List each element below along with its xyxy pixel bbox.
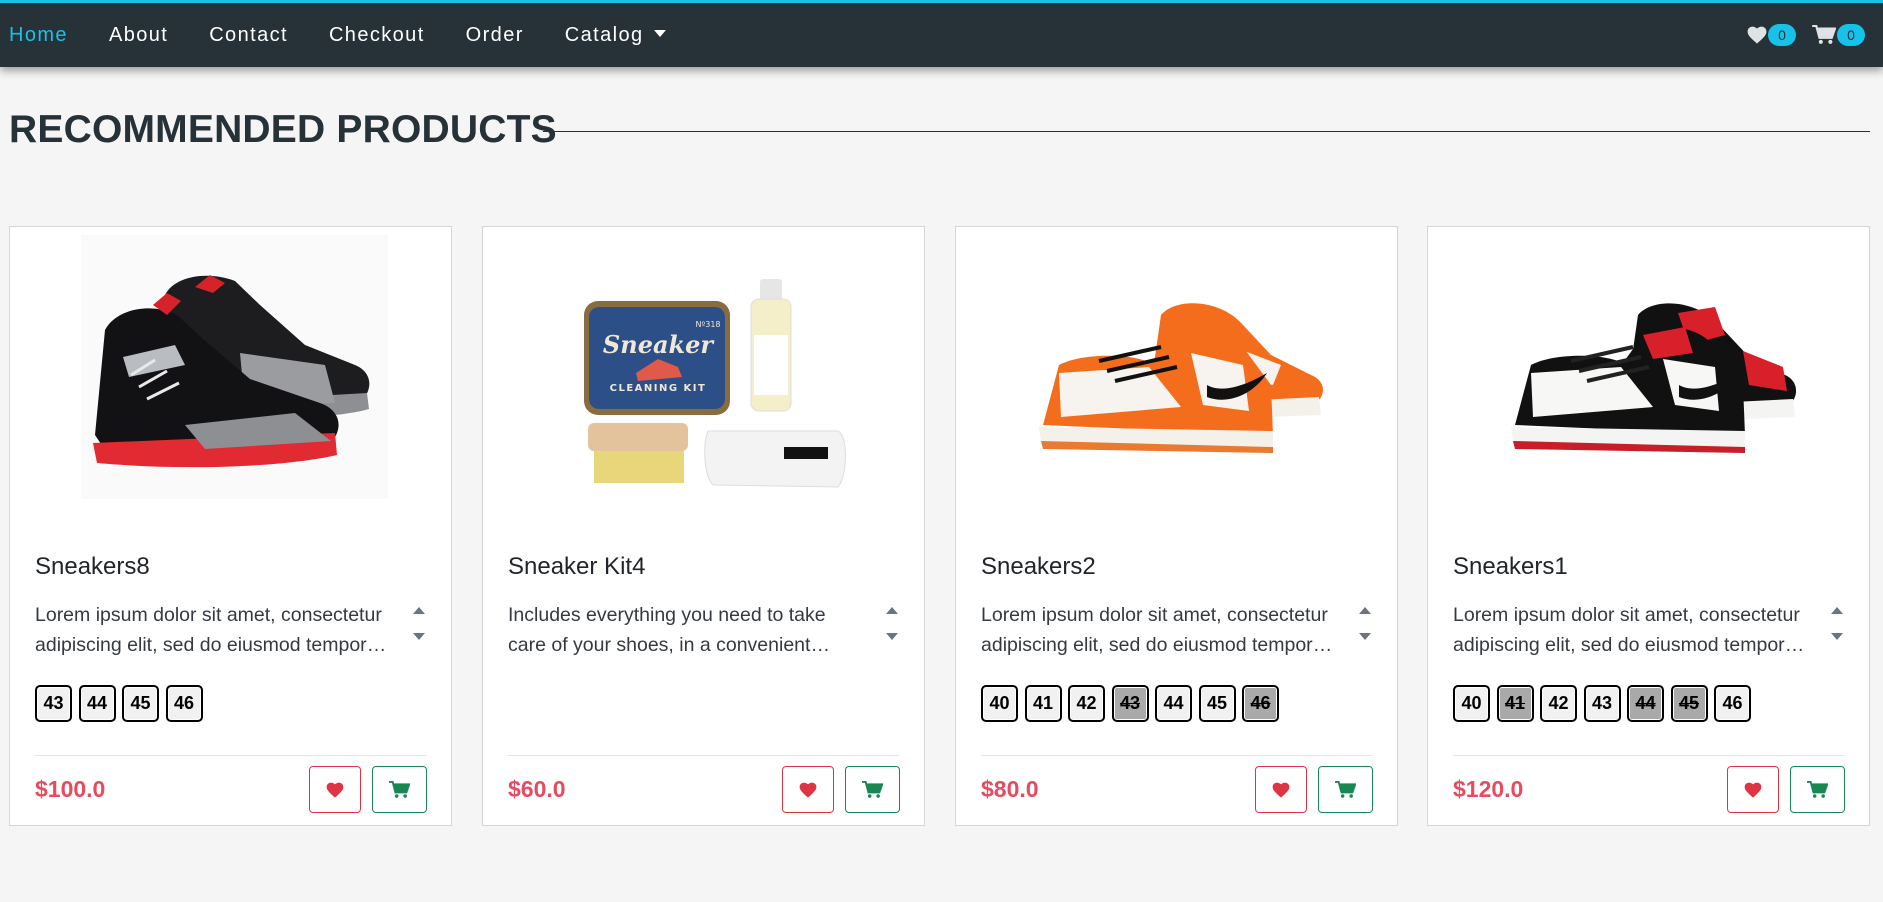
card-divider: [981, 755, 1372, 756]
product-card: Sneakers2 Lorem ipsum dolor sit amet, co…: [955, 226, 1398, 826]
description-scrollbar[interactable]: [1359, 607, 1371, 657]
scroll-down-icon[interactable]: [886, 633, 898, 640]
product-card: Sneakers1 Lorem ipsum dolor sit amet, co…: [1427, 226, 1870, 826]
product-description[interactable]: Lorem ipsum dolor sit amet, consectetur …: [981, 600, 1341, 662]
size-option[interactable]: 46: [165, 685, 203, 722]
add-to-cart-button[interactable]: [1318, 766, 1373, 813]
scroll-up-icon[interactable]: [1359, 607, 1371, 614]
size-option[interactable]: 42: [1068, 685, 1105, 722]
add-to-wishlist-button[interactable]: [782, 766, 834, 813]
nav-wishlist-button[interactable]: 0: [1747, 24, 1796, 46]
product-image: Sneaker CLEANING KIT Nº318: [584, 279, 846, 488]
size-options: 43 44 45 46: [35, 685, 209, 722]
add-to-wishlist-button[interactable]: [1255, 766, 1307, 813]
cart-count-badge: 0: [1837, 24, 1865, 46]
nav-link-about[interactable]: About: [109, 24, 168, 47]
nav-link-home[interactable]: Home: [9, 24, 68, 47]
heart-icon: [1747, 26, 1767, 44]
product-price: $60.0: [508, 776, 566, 802]
nav-links: Home About Contact Checkout Order Catalo…: [9, 3, 707, 67]
size-option[interactable]: 45: [1198, 685, 1236, 722]
nav-link-contact[interactable]: Contact: [209, 24, 288, 47]
description-scrollbar[interactable]: [886, 607, 898, 657]
heart-icon: [799, 782, 817, 798]
size-option-unavailable: 45: [1670, 685, 1708, 722]
nav-cart-button[interactable]: 0: [1812, 24, 1865, 46]
kit-box-subtext: CLEANING KIT: [610, 383, 707, 394]
nav-dropdown-catalog[interactable]: Catalog: [565, 24, 666, 47]
size-options: 40 41 42 43 44 45 46: [981, 685, 1286, 722]
scroll-up-icon[interactable]: [886, 607, 898, 614]
product-title: Sneakers2: [981, 553, 1096, 580]
size-option-unavailable: 43: [1111, 685, 1149, 722]
product-image: [1039, 303, 1323, 453]
size-option[interactable]: 42: [1540, 685, 1577, 722]
section-title: RECOMMENDED PRODUCTS: [9, 108, 557, 151]
cart-icon: [1807, 780, 1828, 798]
description-scrollbar[interactable]: [1831, 607, 1843, 657]
scroll-up-icon[interactable]: [413, 607, 425, 614]
cart-icon: [1812, 25, 1836, 44]
add-to-cart-button[interactable]: [1790, 766, 1845, 813]
product-description-text: Lorem ipsum dolor sit amet, consectetur …: [981, 604, 1328, 656]
navbar: Home About Contact Checkout Order Catalo…: [0, 0, 1883, 67]
size-option[interactable]: 45: [122, 685, 159, 722]
card-divider: [508, 755, 899, 756]
size-option[interactable]: 40: [981, 685, 1018, 722]
add-to-cart-button[interactable]: [845, 766, 900, 813]
size-option[interactable]: 40: [1453, 685, 1490, 722]
product-title: Sneakers8: [35, 553, 150, 580]
product-description[interactable]: Includes everything you need to take car…: [508, 600, 868, 662]
product-card: Sneaker CLEANING KIT Nº318 Sneaker Kit4 …: [482, 226, 925, 826]
size-option[interactable]: 41: [1024, 685, 1062, 722]
nav-link-order[interactable]: Order: [466, 24, 524, 47]
heart-icon: [326, 782, 344, 798]
product-price: $120.0: [1453, 776, 1524, 802]
product-card: Sneakers8 Lorem ipsum dolor sit amet, co…: [9, 226, 452, 826]
product-description[interactable]: Lorem ipsum dolor sit amet, consectetur …: [35, 600, 395, 662]
caret-down-icon: [653, 29, 666, 37]
nav-link-checkout[interactable]: Checkout: [329, 24, 425, 47]
kit-box-number: Nº318: [695, 320, 720, 329]
product-title: Sneaker Kit4: [508, 553, 646, 580]
heart-icon: [1272, 782, 1290, 798]
kit-box-text: Sneaker: [603, 330, 716, 359]
cart-icon: [389, 780, 410, 798]
size-options: 40 41 42 43 44 45 46: [1453, 685, 1758, 722]
product-price: $80.0: [981, 776, 1039, 802]
size-option[interactable]: 43: [35, 685, 72, 722]
add-to-wishlist-button[interactable]: [309, 766, 361, 813]
description-scrollbar[interactable]: [413, 607, 425, 657]
size-option-unavailable: 46: [1242, 685, 1279, 722]
scroll-down-icon[interactable]: [1831, 633, 1843, 640]
size-option[interactable]: 43: [1583, 685, 1621, 722]
scroll-up-icon[interactable]: [1831, 607, 1843, 614]
add-to-cart-button[interactable]: [372, 766, 427, 813]
card-divider: [1453, 755, 1844, 756]
heart-icon: [1744, 782, 1762, 798]
section-divider: [543, 131, 1870, 132]
cart-icon: [862, 780, 883, 798]
product-description-text: Lorem ipsum dolor sit amet, consectetur …: [35, 604, 382, 656]
add-to-wishlist-button[interactable]: [1727, 766, 1779, 813]
product-price: $100.0: [35, 776, 106, 802]
size-option[interactable]: 46: [1714, 685, 1751, 722]
product-title: Sneakers1: [1453, 553, 1568, 580]
wishlist-count-badge: 0: [1768, 24, 1796, 46]
card-divider: [35, 755, 426, 756]
scroll-down-icon[interactable]: [1359, 633, 1371, 640]
nav-link-catalog-label: Catalog: [564, 23, 644, 46]
product-description[interactable]: Lorem ipsum dolor sit amet, consectetur …: [1453, 600, 1813, 662]
product-image: [81, 235, 388, 499]
size-option[interactable]: 44: [78, 685, 116, 722]
size-option-unavailable: 44: [1627, 685, 1664, 722]
scroll-down-icon[interactable]: [413, 633, 425, 640]
nav-actions: 0 0: [1731, 3, 1865, 67]
size-option[interactable]: 44: [1155, 685, 1192, 722]
product-description-text: Includes everything you need to take car…: [508, 604, 826, 656]
size-option-unavailable: 41: [1496, 685, 1534, 722]
product-image: [1511, 303, 1797, 453]
product-description-text: Lorem ipsum dolor sit amet, consectetur …: [1453, 604, 1800, 656]
cart-icon: [1335, 780, 1356, 798]
